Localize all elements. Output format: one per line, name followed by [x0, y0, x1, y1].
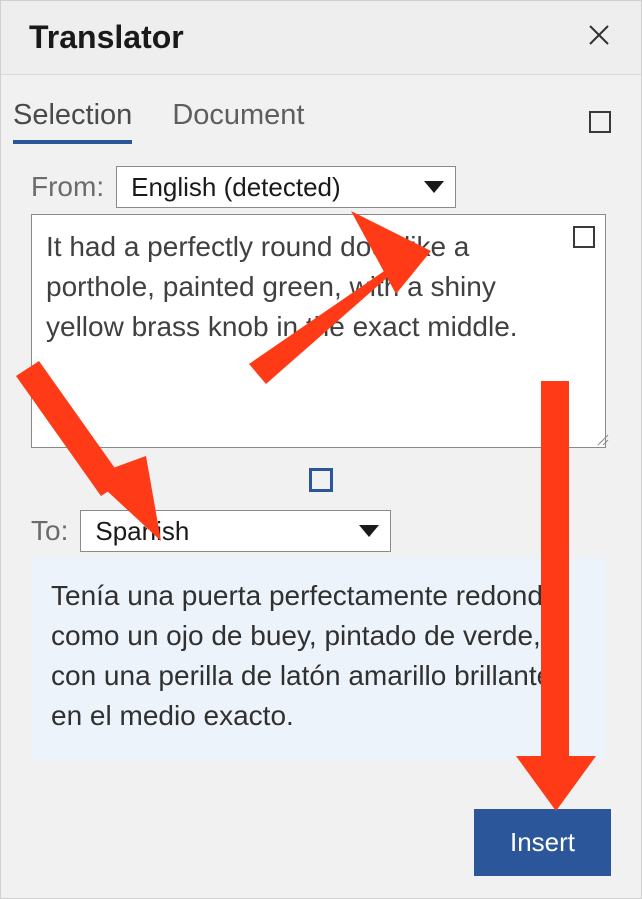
- tab-selection[interactable]: Selection: [13, 99, 132, 144]
- close-icon[interactable]: [587, 23, 611, 53]
- chevron-down-icon: [358, 524, 380, 538]
- to-label: To:: [31, 515, 68, 547]
- swap-icon[interactable]: [309, 468, 333, 492]
- panel-title: Translator: [29, 19, 184, 56]
- footer: Insert: [474, 809, 611, 876]
- from-label: From:: [31, 171, 104, 203]
- chevron-down-icon: [423, 180, 445, 194]
- to-row: To: Spanish: [31, 510, 611, 552]
- tabs-row: Selection Document: [1, 75, 641, 144]
- panel-header: Translator: [1, 1, 641, 75]
- from-section: From: English (detected): [1, 144, 641, 448]
- from-language-value: English (detected): [131, 172, 341, 203]
- to-language-select[interactable]: Spanish: [80, 510, 391, 552]
- tabs: Selection Document: [13, 99, 589, 144]
- insert-button[interactable]: Insert: [474, 809, 611, 876]
- translator-panel: Translator Selection Document From: Engl…: [0, 0, 642, 899]
- source-pin-icon[interactable]: [573, 226, 595, 248]
- from-language-select[interactable]: English (detected): [116, 166, 456, 208]
- resize-handle-icon[interactable]: [595, 432, 609, 446]
- to-language-value: Spanish: [95, 516, 189, 547]
- source-text-input[interactable]: [31, 214, 606, 448]
- translation-output: Tenía una puerta perfectamente redonda c…: [31, 558, 606, 760]
- to-section: To: Spanish Tenía una puerta perfectamen…: [1, 510, 641, 760]
- pin-icon[interactable]: [589, 111, 611, 133]
- from-row: From: English (detected): [31, 166, 611, 208]
- tab-document[interactable]: Document: [172, 99, 304, 144]
- source-text-wrap: [31, 214, 611, 448]
- swap-row: [1, 448, 641, 510]
